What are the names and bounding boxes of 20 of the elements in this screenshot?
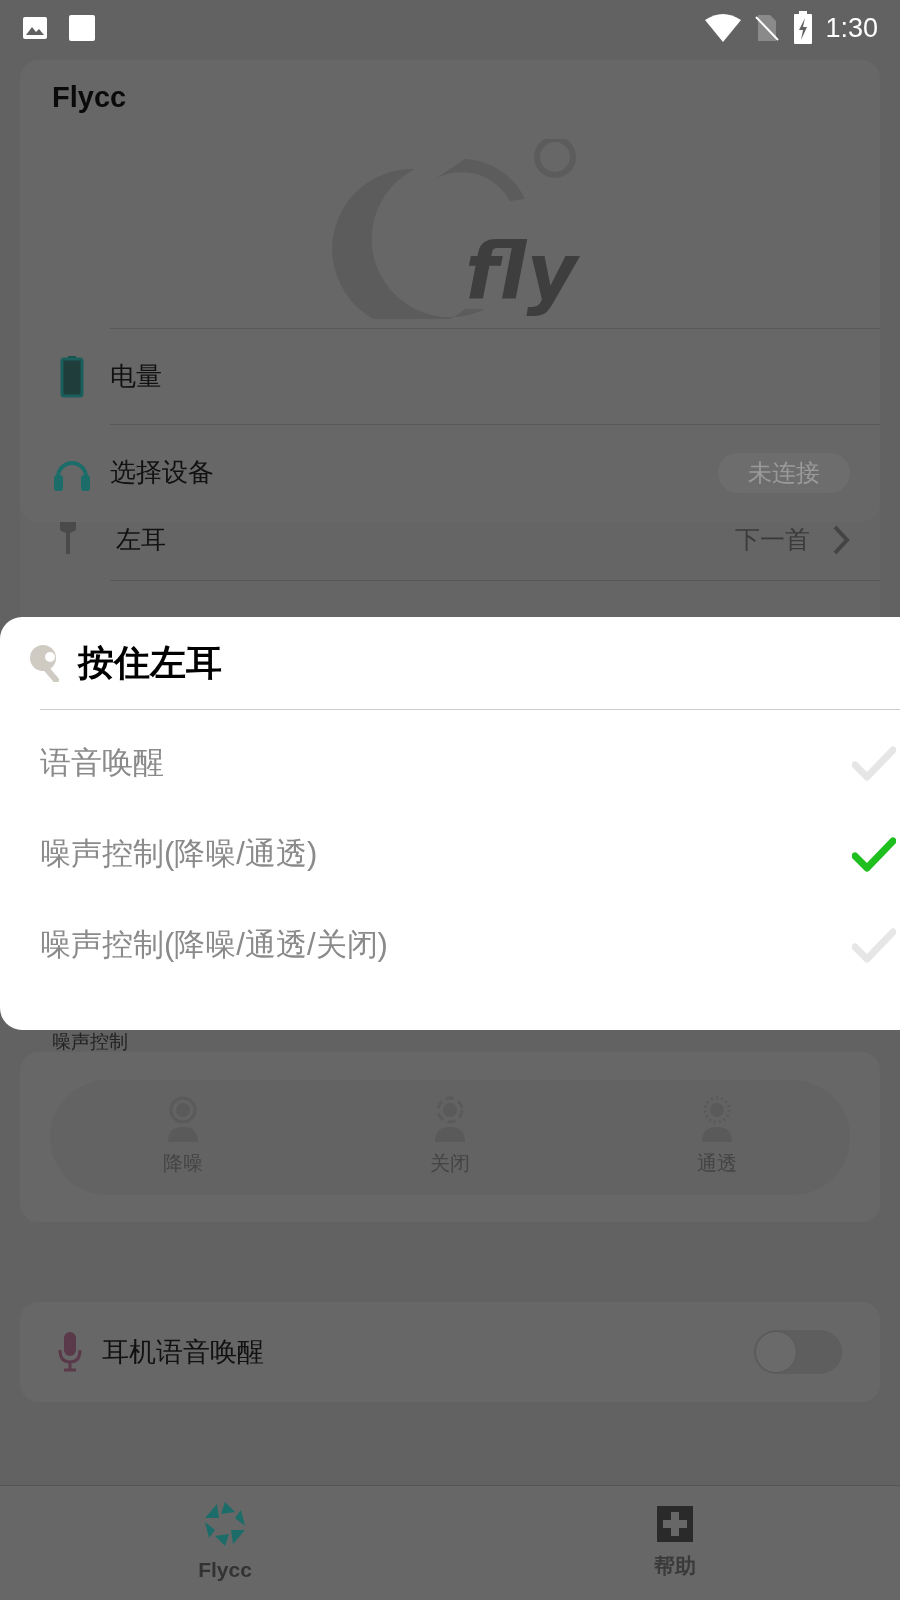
- option-row[interactable]: 语音唤醒: [0, 718, 900, 809]
- section-label: 噪声控制: [52, 1032, 129, 1052]
- battery-icon: [60, 355, 84, 398]
- chevron-right-icon: [832, 524, 850, 556]
- no-sim-icon: [755, 14, 780, 42]
- row-label: 选择设备: [110, 456, 214, 489]
- clock: 1:30: [825, 11, 878, 45]
- battery-charging-icon: [793, 11, 814, 45]
- wifi-icon: [705, 14, 742, 42]
- row-label: 电量: [110, 360, 162, 393]
- earbud-icon: [28, 644, 62, 682]
- app-title: Flycc: [52, 81, 127, 113]
- option-row[interactable]: 噪声控制(降噪/通透/关闭): [0, 900, 900, 991]
- dialog-title: 按住左耳: [78, 641, 222, 685]
- setting-label: 耳机语音唤醒: [102, 1335, 264, 1369]
- square-icon: [68, 14, 96, 42]
- image-icon: [22, 16, 48, 40]
- microphone-icon: [58, 1332, 82, 1372]
- option-row[interactable]: 噪声控制(降噪/通透): [0, 809, 900, 900]
- row-label: 左耳: [116, 524, 166, 556]
